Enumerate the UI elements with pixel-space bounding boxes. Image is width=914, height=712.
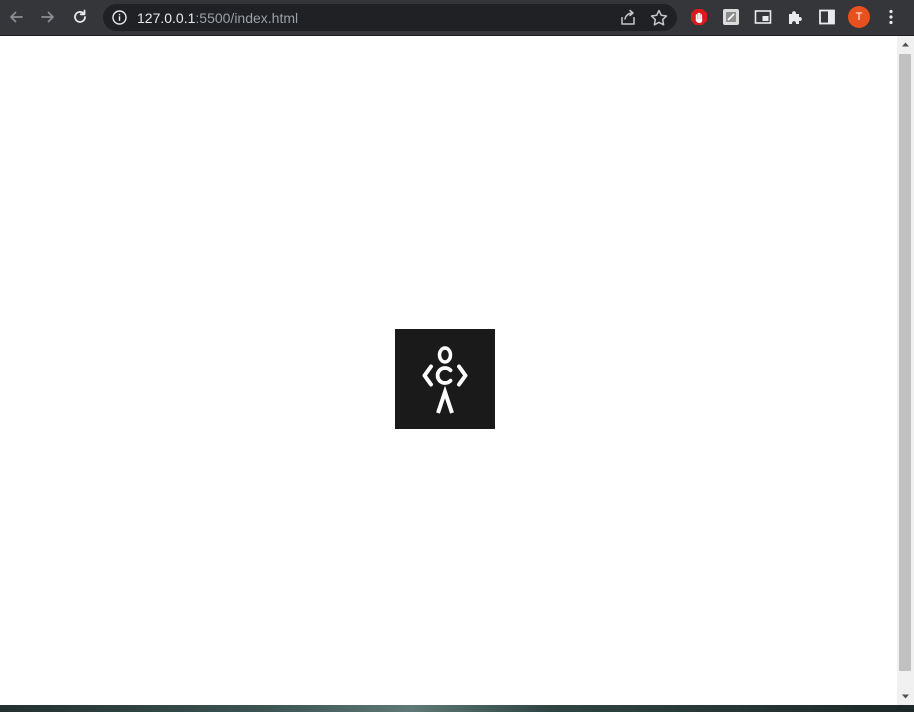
scroll-down-arrow-icon[interactable] [897, 688, 914, 705]
puzzle-icon[interactable] [786, 8, 804, 26]
url-text[interactable]: 127.0.0.1:5500/index.html [137, 10, 298, 26]
share-icon[interactable] [617, 7, 639, 29]
browser-toolbar: 127.0.0.1:5500/index.html T [0, 0, 914, 36]
scrollbar-thumb[interactable] [899, 54, 911, 671]
side-panel-icon[interactable] [818, 8, 836, 26]
figure-with-code-brackets-logo [395, 329, 495, 429]
desktop-background-strip [0, 705, 914, 712]
star-icon[interactable] [648, 7, 670, 29]
profile-avatar[interactable]: T [848, 6, 870, 28]
reload-icon [74, 9, 86, 23]
url-host: 127.0.0.1 [137, 10, 196, 26]
back-arrow-icon [10, 11, 23, 23]
back-button[interactable] [3, 4, 29, 30]
page-viewport [0, 36, 897, 705]
screenshot-extension-icon[interactable] [722, 8, 740, 26]
vertical-scrollbar[interactable] [897, 36, 914, 705]
forward-button[interactable] [35, 4, 61, 30]
url-path: :5500/index.html [195, 10, 299, 26]
logo-mark-icon [422, 346, 468, 414]
address-bar[interactable]: 127.0.0.1:5500/index.html [103, 4, 677, 31]
info-icon[interactable] [111, 9, 128, 26]
picture-in-picture-icon[interactable] [754, 8, 772, 26]
reload-button[interactable] [67, 4, 93, 30]
kebab-menu-icon[interactable] [882, 8, 900, 26]
forward-arrow-icon [41, 11, 54, 23]
scroll-up-arrow-icon[interactable] [897, 36, 914, 53]
adblock-hand-icon[interactable] [690, 8, 708, 26]
